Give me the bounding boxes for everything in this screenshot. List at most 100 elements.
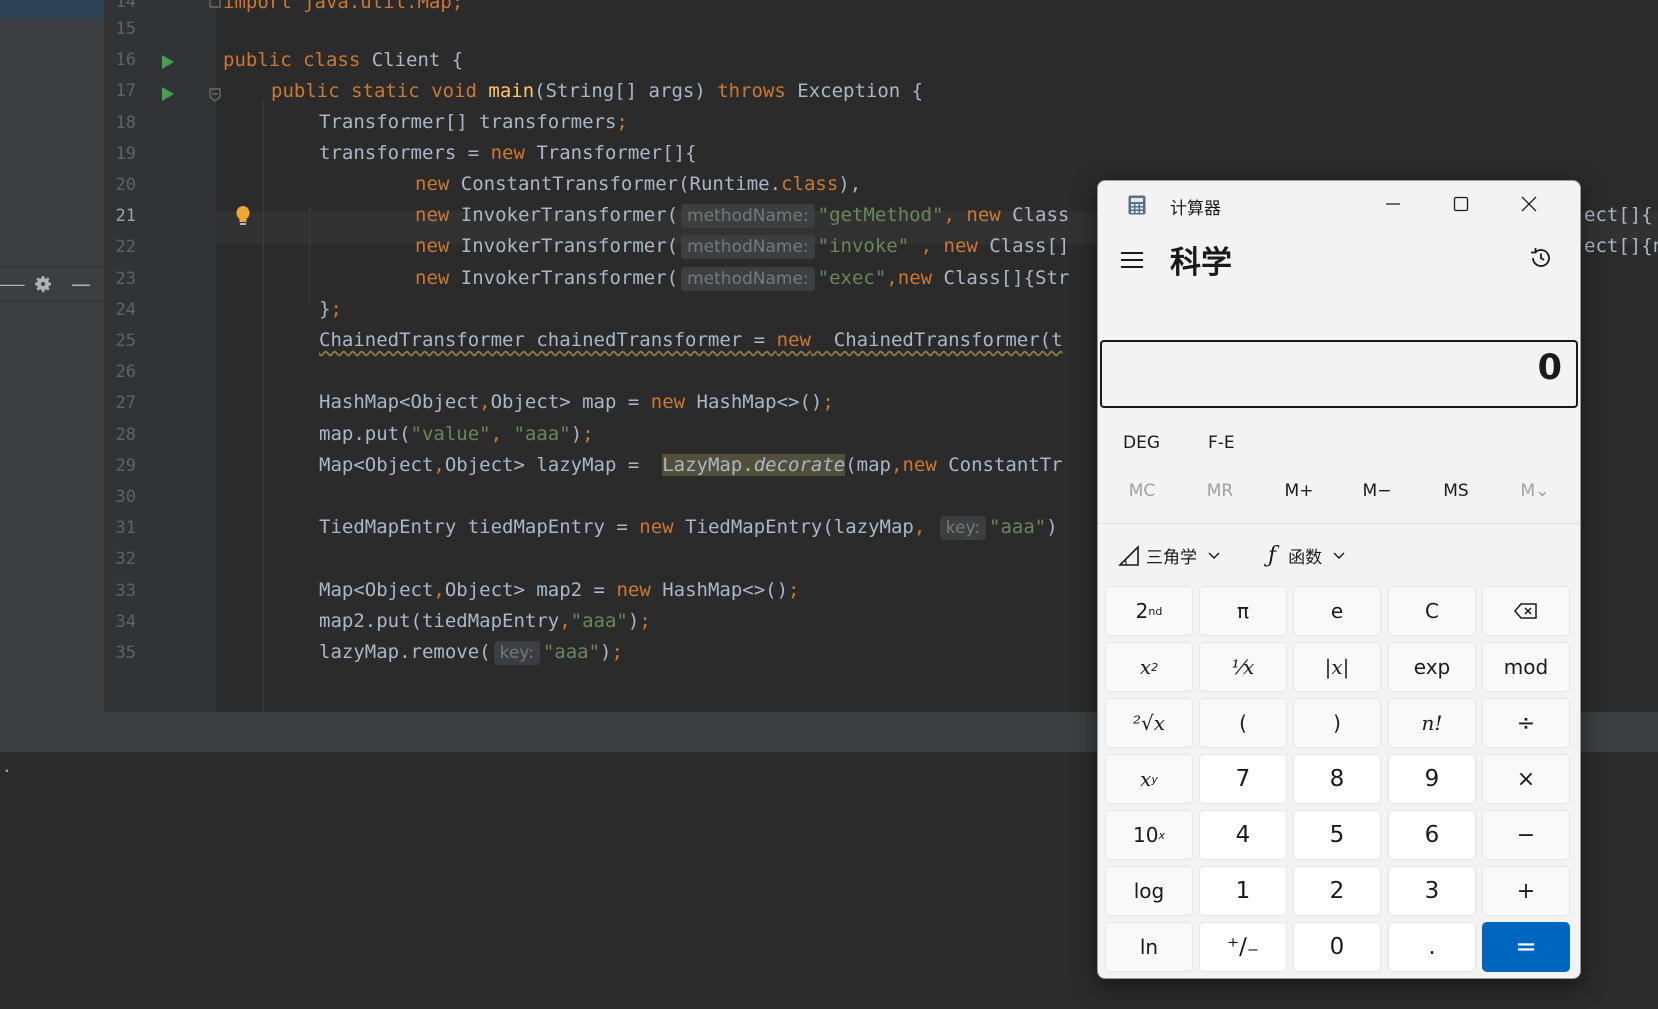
- trigonometry-label: 三角学: [1146, 548, 1197, 568]
- minimize-button[interactable]: [1364, 181, 1422, 227]
- plus-button[interactable]: +: [1482, 866, 1570, 916]
- code-token: new: [490, 142, 525, 164]
- code-token: ;: [788, 579, 800, 601]
- history-icon[interactable]: [1528, 245, 1554, 271]
- code-line: new ConstantTransformer(Runtime.class),: [415, 168, 861, 201]
- code-token: Exception {: [785, 80, 924, 102]
- ln-button[interactable]: ln: [1105, 922, 1193, 972]
- memory-add-button[interactable]: M+: [1264, 481, 1334, 501]
- absolute-value-button[interactable]: |x|: [1293, 642, 1381, 692]
- close-icon: [1521, 196, 1537, 212]
- mode-title: 科学: [1170, 245, 1232, 281]
- reciprocal-button[interactable]: ¹⁄x: [1199, 642, 1287, 692]
- digit-4-button[interactable]: 4: [1199, 810, 1287, 860]
- memory-clear-button[interactable]: MC: [1107, 481, 1177, 501]
- multiply-button[interactable]: ×: [1482, 754, 1570, 804]
- digit-0-button[interactable]: 0: [1293, 922, 1381, 972]
- key-superscript: nd: [1148, 604, 1163, 618]
- trigonometry-dropdown[interactable]: 三角学: [1118, 543, 1221, 568]
- code-token: ): [627, 610, 640, 632]
- code-token: ;: [822, 391, 834, 413]
- triangle-icon: [1118, 544, 1139, 566]
- code-line: map.put("value", "aaa");: [319, 418, 594, 451]
- equals-button[interactable]: =: [1482, 922, 1570, 972]
- digit-7-button[interactable]: 7: [1199, 754, 1287, 804]
- run-class-icon[interactable]: [160, 54, 176, 70]
- angle-unit-button[interactable]: DEG: [1123, 433, 1160, 453]
- run-method-icon[interactable]: [160, 86, 176, 102]
- memory-list-button[interactable]: M⌄: [1500, 481, 1570, 501]
- code-token: new: [616, 579, 651, 601]
- key-label: n!: [1421, 711, 1443, 735]
- right-parenthesis-button[interactable]: ): [1293, 698, 1381, 748]
- digit-2-button[interactable]: 2: [1293, 866, 1381, 916]
- chevron-down-icon: [1208, 551, 1220, 559]
- calculator-app-icon: [1128, 195, 1146, 215]
- square-root-button[interactable]: ²√x: [1105, 698, 1193, 748]
- minimize-icon: [1386, 203, 1400, 205]
- backspace-button[interactable]: [1482, 586, 1570, 636]
- notation-button[interactable]: F-E: [1208, 433, 1235, 453]
- digit-6-button[interactable]: 6: [1388, 810, 1476, 860]
- memory-subtract-button[interactable]: M−: [1342, 481, 1412, 501]
- inlay-hint: methodName:: [681, 203, 815, 228]
- hide-panel-icon[interactable]: —: [68, 271, 94, 297]
- clear-button[interactable]: C: [1388, 586, 1476, 636]
- exp-button[interactable]: exp: [1388, 642, 1476, 692]
- line-number: 24: [115, 299, 136, 320]
- close-button[interactable]: [1500, 181, 1558, 227]
- digit-3-button[interactable]: 3: [1388, 866, 1476, 916]
- second-function-button[interactable]: 2nd: [1105, 586, 1193, 636]
- fold-icon[interactable]: [209, 0, 221, 8]
- hamburger-menu-icon[interactable]: [1120, 249, 1144, 271]
- collapse-icon[interactable]: ⸺: [0, 271, 26, 297]
- memory-store-button[interactable]: MS: [1421, 481, 1491, 501]
- ten-power-button[interactable]: 10 x: [1105, 810, 1193, 860]
- negate-button[interactable]: ⁺∕₋: [1199, 922, 1287, 972]
- code-token: ,: [479, 391, 491, 413]
- decimal-button[interactable]: .: [1388, 922, 1476, 972]
- maximize-button[interactable]: [1432, 181, 1490, 227]
- divide-button[interactable]: ÷: [1482, 698, 1570, 748]
- lightbulb-icon[interactable]: [234, 205, 252, 227]
- fold-icon[interactable]: [209, 88, 221, 102]
- left-parenthesis-button[interactable]: (: [1199, 698, 1287, 748]
- memory-recall-button[interactable]: MR: [1185, 481, 1255, 501]
- function-dropdown[interactable]: ƒ 函数: [1268, 543, 1346, 568]
- code-token: "aaa": [542, 641, 601, 663]
- digit-9-button[interactable]: 9: [1388, 754, 1476, 804]
- title-bar[interactable]: 计算器: [1098, 181, 1580, 227]
- e-button[interactable]: e: [1293, 586, 1381, 636]
- function-icon: ƒ: [1268, 543, 1277, 568]
- function-bar: 三角学 ƒ 函数: [1098, 531, 1580, 581]
- code-token: new: [650, 391, 686, 413]
- code-token: decorate: [753, 454, 846, 476]
- square-button[interactable]: x2: [1105, 642, 1193, 692]
- mod-button[interactable]: mod: [1482, 642, 1570, 692]
- line-number: 23: [115, 268, 136, 289]
- key-superscript: x: [1158, 828, 1165, 842]
- log-button[interactable]: log: [1105, 866, 1193, 916]
- code-token: transformers =: [319, 142, 491, 164]
- pi-button[interactable]: π: [1199, 586, 1287, 636]
- key-label: |x|: [1324, 655, 1350, 679]
- digit-5-button[interactable]: 5: [1293, 810, 1381, 860]
- code-token: lazyMap.remove(: [319, 641, 491, 663]
- gear-icon[interactable]: [30, 271, 56, 297]
- minus-button[interactable]: −: [1482, 810, 1570, 860]
- sidebar-selected-row[interactable]: [0, 0, 104, 18]
- factorial-button[interactable]: n!: [1388, 698, 1476, 748]
- digit-8-button[interactable]: 8: [1293, 754, 1381, 804]
- line-number: 28: [115, 424, 136, 445]
- code-token: new: [639, 516, 674, 538]
- memory-bar: MC MR M+ M− MS M⌄: [1098, 471, 1580, 517]
- indent-guide: [309, 208, 310, 306]
- line-number: 35: [115, 643, 136, 663]
- line-number: 34: [115, 611, 136, 632]
- line-number: 19: [115, 143, 136, 164]
- power-button[interactable]: xy: [1105, 754, 1193, 804]
- digit-1-button[interactable]: 1: [1199, 866, 1287, 916]
- code-token: "exec": [817, 267, 887, 289]
- line-number: 15: [115, 19, 136, 39]
- code-token: TiedMapEntry(lazyMap: [673, 516, 914, 538]
